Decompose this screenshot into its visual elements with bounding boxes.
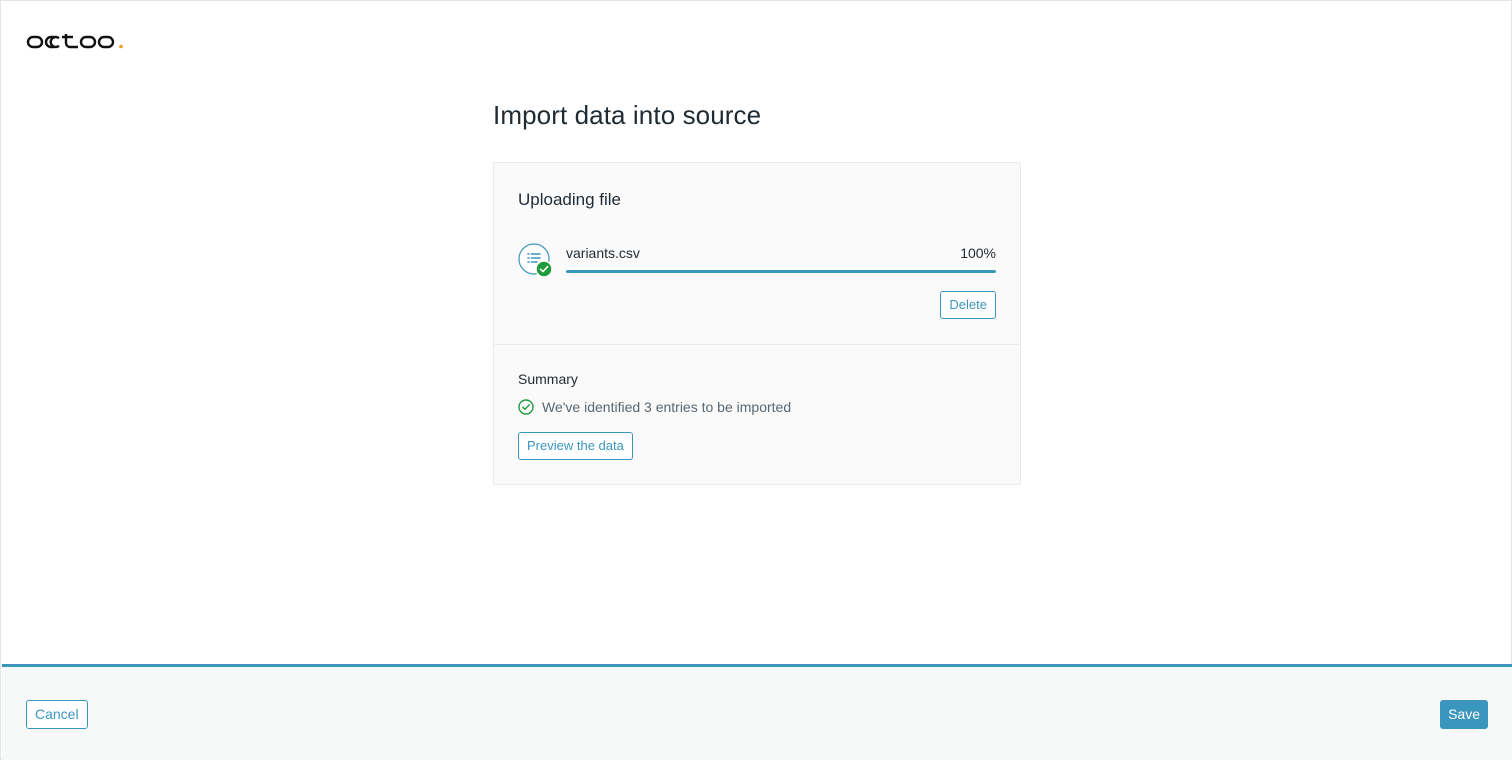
- upload-section-title: Uploading file: [518, 190, 622, 209]
- delete-file-button[interactable]: Delete: [940, 291, 996, 319]
- file-icon-wrapper: [518, 243, 553, 278]
- upload-progress-bar: [566, 270, 996, 273]
- uploaded-file-row: variants.csv 100%: [518, 243, 996, 278]
- summary-message: We've identified 3 entries to be importe…: [542, 399, 792, 415]
- summary-title: Summary: [518, 371, 578, 387]
- upload-section: Uploading file variants.csv 100% Delete: [494, 163, 1020, 344]
- summary-section: Summary We've identified 3 entries to be…: [494, 345, 1020, 484]
- upload-percent: 100%: [960, 245, 996, 261]
- summary-message-row: We've identified 3 entries to be importe…: [518, 398, 996, 416]
- file-name: variants.csv: [566, 245, 640, 261]
- check-circle-icon: [535, 260, 553, 278]
- check-circle-outline-icon: [518, 399, 534, 415]
- main-content: Import data into source Uploading file v…: [493, 97, 1021, 485]
- import-card: Uploading file variants.csv 100% Delete …: [493, 162, 1021, 485]
- preview-data-button[interactable]: Preview the data: [518, 432, 633, 460]
- save-button[interactable]: Save: [1440, 700, 1488, 729]
- logo: [26, 32, 126, 52]
- upload-progress-fill: [566, 270, 996, 273]
- page-title: Import data into source: [493, 100, 762, 130]
- oceanlabs-wordmark-icon: [26, 34, 123, 49]
- footer-bar: Cancel Save: [2, 664, 1512, 760]
- app-window: Import data into source Uploading file v…: [0, 0, 1512, 760]
- cancel-button[interactable]: Cancel: [26, 700, 88, 729]
